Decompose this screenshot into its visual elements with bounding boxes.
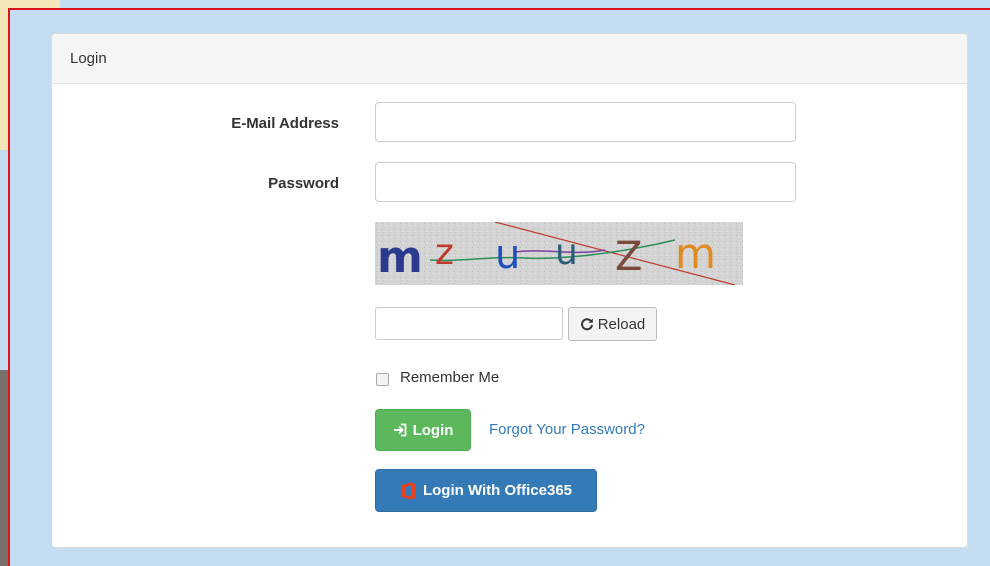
captcha-image: m z u u Z m (375, 222, 743, 285)
office365-label: Login With Office365 (422, 482, 573, 499)
email-label: E-Mail Address (231, 115, 339, 132)
remember-me-checkbox[interactable] (376, 373, 389, 386)
refresh-icon (580, 317, 594, 331)
svg-text:m: m (675, 229, 716, 278)
email-field[interactable] (375, 102, 796, 142)
password-label: Password (268, 175, 339, 192)
reload-captcha-button[interactable]: Reload (568, 307, 657, 341)
panel-title: Login (70, 50, 107, 67)
sign-in-icon (393, 423, 407, 437)
forgot-password-link[interactable]: Forgot Your Password? (489, 421, 645, 438)
login-button[interactable]: Login (375, 409, 471, 451)
login-label: Login (412, 421, 454, 439)
captcha-input[interactable] (375, 307, 563, 340)
remember-me-label[interactable]: Remember Me (400, 369, 499, 386)
login-panel: Login E-Mail Address Password m z u u Z (51, 33, 968, 548)
reload-label: Reload (597, 315, 646, 333)
office365-icon (400, 482, 416, 500)
svg-text:z: z (435, 232, 454, 273)
svg-text:m: m (377, 232, 423, 283)
svg-text:u: u (495, 232, 520, 278)
office365-login-button[interactable]: Login With Office365 (375, 469, 597, 512)
panel-heading: Login (52, 34, 967, 84)
svg-text:u: u (555, 232, 578, 273)
password-field[interactable] (375, 162, 796, 202)
svg-text:Z: Z (615, 234, 642, 280)
